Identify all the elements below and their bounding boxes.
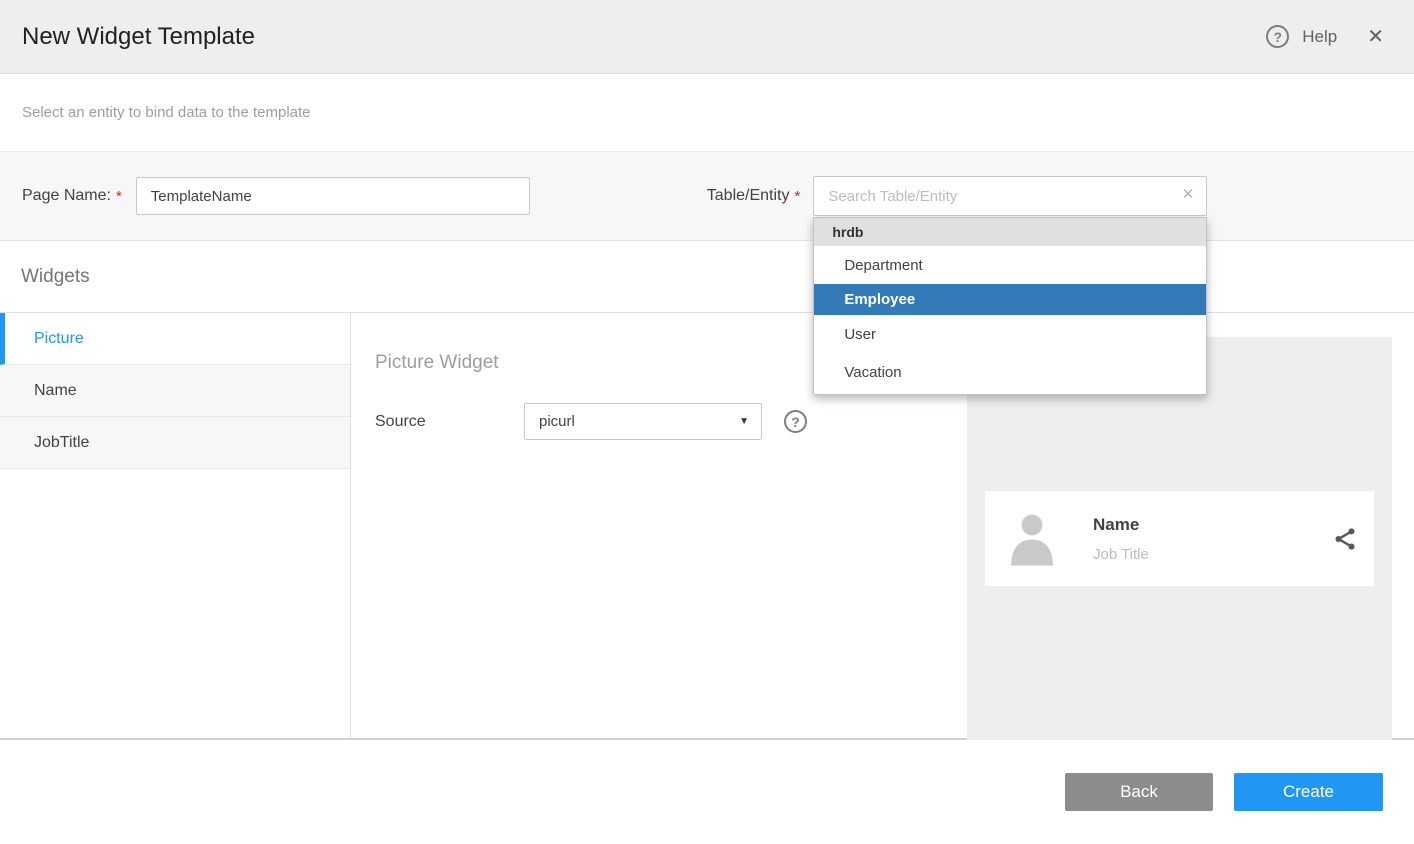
- dropdown-group-header: hrdb: [814, 218, 1206, 246]
- help-circle-icon[interactable]: ?: [1266, 25, 1289, 48]
- page-name-input[interactable]: [136, 177, 530, 215]
- widget-list-item-name[interactable]: Name: [0, 365, 350, 417]
- dropdown-option-department[interactable]: Department: [814, 246, 1206, 284]
- preview-jobtitle-field: Job Title: [1093, 546, 1149, 563]
- widget-list-item-picture[interactable]: Picture: [0, 313, 350, 365]
- subtitle-text: Select an entity to bind data to the tem…: [22, 104, 311, 121]
- header-actions: ? Help ✕: [1266, 25, 1384, 48]
- source-help-icon[interactable]: ?: [784, 410, 807, 433]
- table-entity-label: Table/Entity: [707, 187, 790, 205]
- source-select[interactable]: picurl ▼: [524, 403, 762, 440]
- widget-list: Picture Name JobTitle: [0, 313, 351, 738]
- dropdown-option-vacation[interactable]: Vacation: [814, 353, 1206, 391]
- source-select-value: picurl: [539, 413, 575, 430]
- page-name-label: Page Name:: [22, 187, 111, 205]
- dropdown-option-employee[interactable]: Employee: [814, 284, 1206, 315]
- table-entity-dropdown: hrdb Department Employee User Vacation: [813, 217, 1207, 395]
- share-icon[interactable]: [1332, 526, 1358, 552]
- source-field-row: Source picurl ▼ ?: [375, 403, 967, 440]
- dialog-header: New Widget Template ? Help ✕: [0, 0, 1414, 74]
- widgets-section-title: Widgets: [21, 266, 90, 288]
- avatar-silhouette-icon: [1007, 511, 1057, 566]
- create-button[interactable]: Create: [1234, 773, 1383, 811]
- subtitle-row: Select an entity to bind data to the tem…: [0, 74, 1414, 152]
- chevron-down-icon: ▼: [739, 416, 749, 427]
- help-link[interactable]: Help: [1302, 27, 1337, 47]
- table-entity-required-marker: *: [795, 188, 801, 205]
- clear-search-icon[interactable]: ✕: [1182, 187, 1195, 202]
- back-button[interactable]: Back: [1065, 773, 1213, 811]
- source-label: Source: [375, 413, 524, 431]
- entity-form-row: Page Name: * Table/Entity * ✕ hrdb Depar…: [0, 152, 1414, 241]
- preview-name-field: Name: [1093, 515, 1149, 535]
- preview-card: Name Job Title: [985, 491, 1374, 586]
- table-entity-combo: ✕ hrdb Department Employee User Vacation: [813, 176, 1207, 216]
- close-icon[interactable]: ✕: [1367, 27, 1384, 47]
- page-title: New Widget Template: [22, 23, 255, 51]
- dialog-footer: Back Create: [0, 740, 1414, 844]
- table-entity-search-input[interactable]: [813, 176, 1207, 216]
- widget-list-item-jobtitle[interactable]: JobTitle: [0, 417, 350, 469]
- dropdown-option-user[interactable]: User: [814, 315, 1206, 353]
- preview-card-text: Name Job Title: [1093, 515, 1149, 563]
- page-name-required-marker: *: [116, 188, 122, 205]
- template-preview-panel: Name Job Title: [967, 337, 1392, 740]
